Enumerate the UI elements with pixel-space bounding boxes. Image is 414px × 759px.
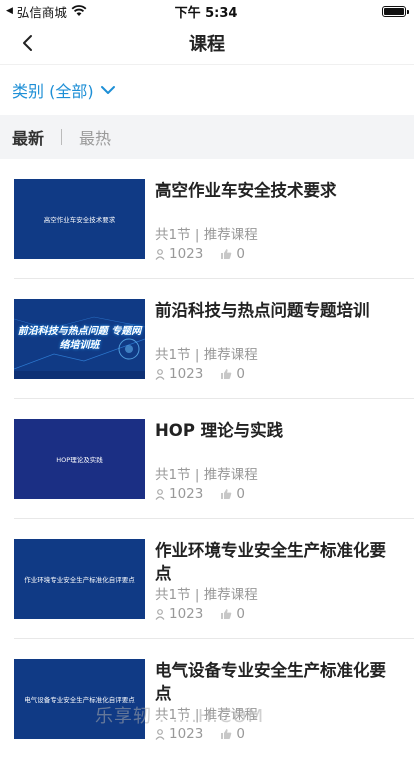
status-time: 下午 5:34: [174, 5, 238, 21]
course-meta: 共1节 | 推荐课程: [155, 467, 258, 483]
learner-count: 1023: [169, 606, 204, 622]
like-count: 0: [236, 726, 245, 742]
back-button[interactable]: [14, 30, 40, 56]
person-icon: [155, 248, 165, 260]
course-thumbnail: 前沿科技与热点问题 专题网络培训班: [14, 299, 145, 379]
like-count: 0: [236, 366, 245, 382]
person-icon: [155, 728, 165, 740]
person-icon: [155, 608, 165, 620]
person-icon: [155, 368, 165, 380]
nav-bar: 课程: [0, 22, 414, 64]
course-title: 电气设备专业安全生产标准化要点: [155, 661, 386, 703]
course-title: 前沿科技与热点问题专题培训: [155, 301, 370, 320]
thumbs-up-icon: [221, 609, 232, 619]
course-item[interactable]: 电气设备专业安全生产标准化自评要点 电气设备专业安全生产标准化要点 共1节 | …: [0, 639, 414, 759]
learner-count: 1023: [169, 366, 204, 382]
learner-count: 1023: [169, 726, 204, 742]
course-thumbnail: 作业环境专业安全生产标准化自评要点: [14, 539, 145, 619]
tab-hottest[interactable]: 最热: [79, 125, 111, 149]
category-filter-label: 类别 (全部): [12, 82, 94, 101]
course-stats: 1023 0: [155, 606, 245, 622]
thumbnail-caption: 电气设备专业安全生产标准化自评要点: [24, 696, 135, 704]
learner-count: 1023: [169, 486, 204, 502]
thumbnail-caption: 作业环境专业安全生产标准化自评要点: [24, 576, 135, 584]
course-stats: 1023 0: [155, 246, 245, 262]
chevron-left-icon: [23, 35, 32, 51]
thumbnail-caption: 前沿科技与热点问题 专题网络培训班: [17, 326, 142, 351]
sort-tabs: 最新 最热: [0, 115, 414, 159]
tab-divider: [61, 129, 63, 145]
page-title: 课程: [189, 34, 225, 55]
course-title: HOP 理论与实践: [155, 421, 284, 440]
learner-count: 1023: [169, 246, 204, 262]
chevron-down-icon: [100, 86, 115, 94]
course-thumbnail: 电气设备专业安全生产标准化自评要点: [14, 659, 145, 739]
course-thumbnail: 高空作业车安全技术要求: [14, 179, 145, 259]
status-right: [256, 5, 409, 17]
course-item[interactable]: 高空作业车安全技术要求 高空作业车安全技术要求 共1节 | 推荐课程 1023 …: [0, 159, 414, 279]
status-bar: ◀ 弘信商城 下午 5:34: [0, 0, 414, 22]
course-meta: 共1节 | 推荐课程: [155, 227, 258, 243]
course-stats: 1023 0: [155, 726, 245, 742]
course-item[interactable]: 作业环境专业安全生产标准化自评要点 作业环境专业安全生产标准化要点 共1节 | …: [0, 519, 414, 639]
like-count: 0: [236, 486, 245, 502]
thumbs-up-icon: [221, 369, 232, 379]
course-meta: 共1节 | 推荐课程: [155, 587, 258, 603]
course-item[interactable]: 前沿科技与热点问题 专题网络培训班 前沿科技与热点问题专题培训 共1节 | 推荐…: [0, 279, 414, 399]
course-item[interactable]: HOP理论及实践 HOP 理论与实践 共1节 | 推荐课程 1023 0: [0, 399, 414, 519]
wifi-icon: [71, 5, 87, 16]
thumbs-up-icon: [221, 729, 232, 739]
course-stats: 1023 0: [155, 486, 245, 502]
battery-icon: [382, 5, 409, 17]
thumbnail-caption: 高空作业车安全技术要求: [43, 216, 116, 224]
like-count: 0: [236, 606, 245, 622]
like-count: 0: [236, 246, 245, 262]
filter-bar: 类别 (全部): [0, 64, 414, 115]
carrier-label: 弘信商城: [16, 4, 67, 20]
thumbs-up-icon: [221, 489, 232, 499]
person-icon: [155, 488, 165, 500]
course-title: 作业环境专业安全生产标准化要点: [155, 541, 386, 583]
thumbs-up-icon: [221, 249, 232, 259]
thumbnail-caption: HOP理论及实践: [56, 456, 103, 464]
course-thumbnail: HOP理论及实践: [14, 419, 145, 499]
tab-latest[interactable]: 最新: [12, 125, 44, 149]
category-filter-button[interactable]: 类别 (全部): [12, 78, 116, 102]
course-title: 高空作业车安全技术要求: [155, 181, 337, 200]
course-meta: 共1节 | 推荐课程: [155, 707, 258, 723]
status-left: ◀ 弘信商城: [6, 2, 156, 21]
course-meta: 共1节 | 推荐课程: [155, 347, 258, 363]
back-to-app-icon[interactable]: ◀: [6, 6, 13, 16]
course-stats: 1023 0: [155, 366, 245, 382]
